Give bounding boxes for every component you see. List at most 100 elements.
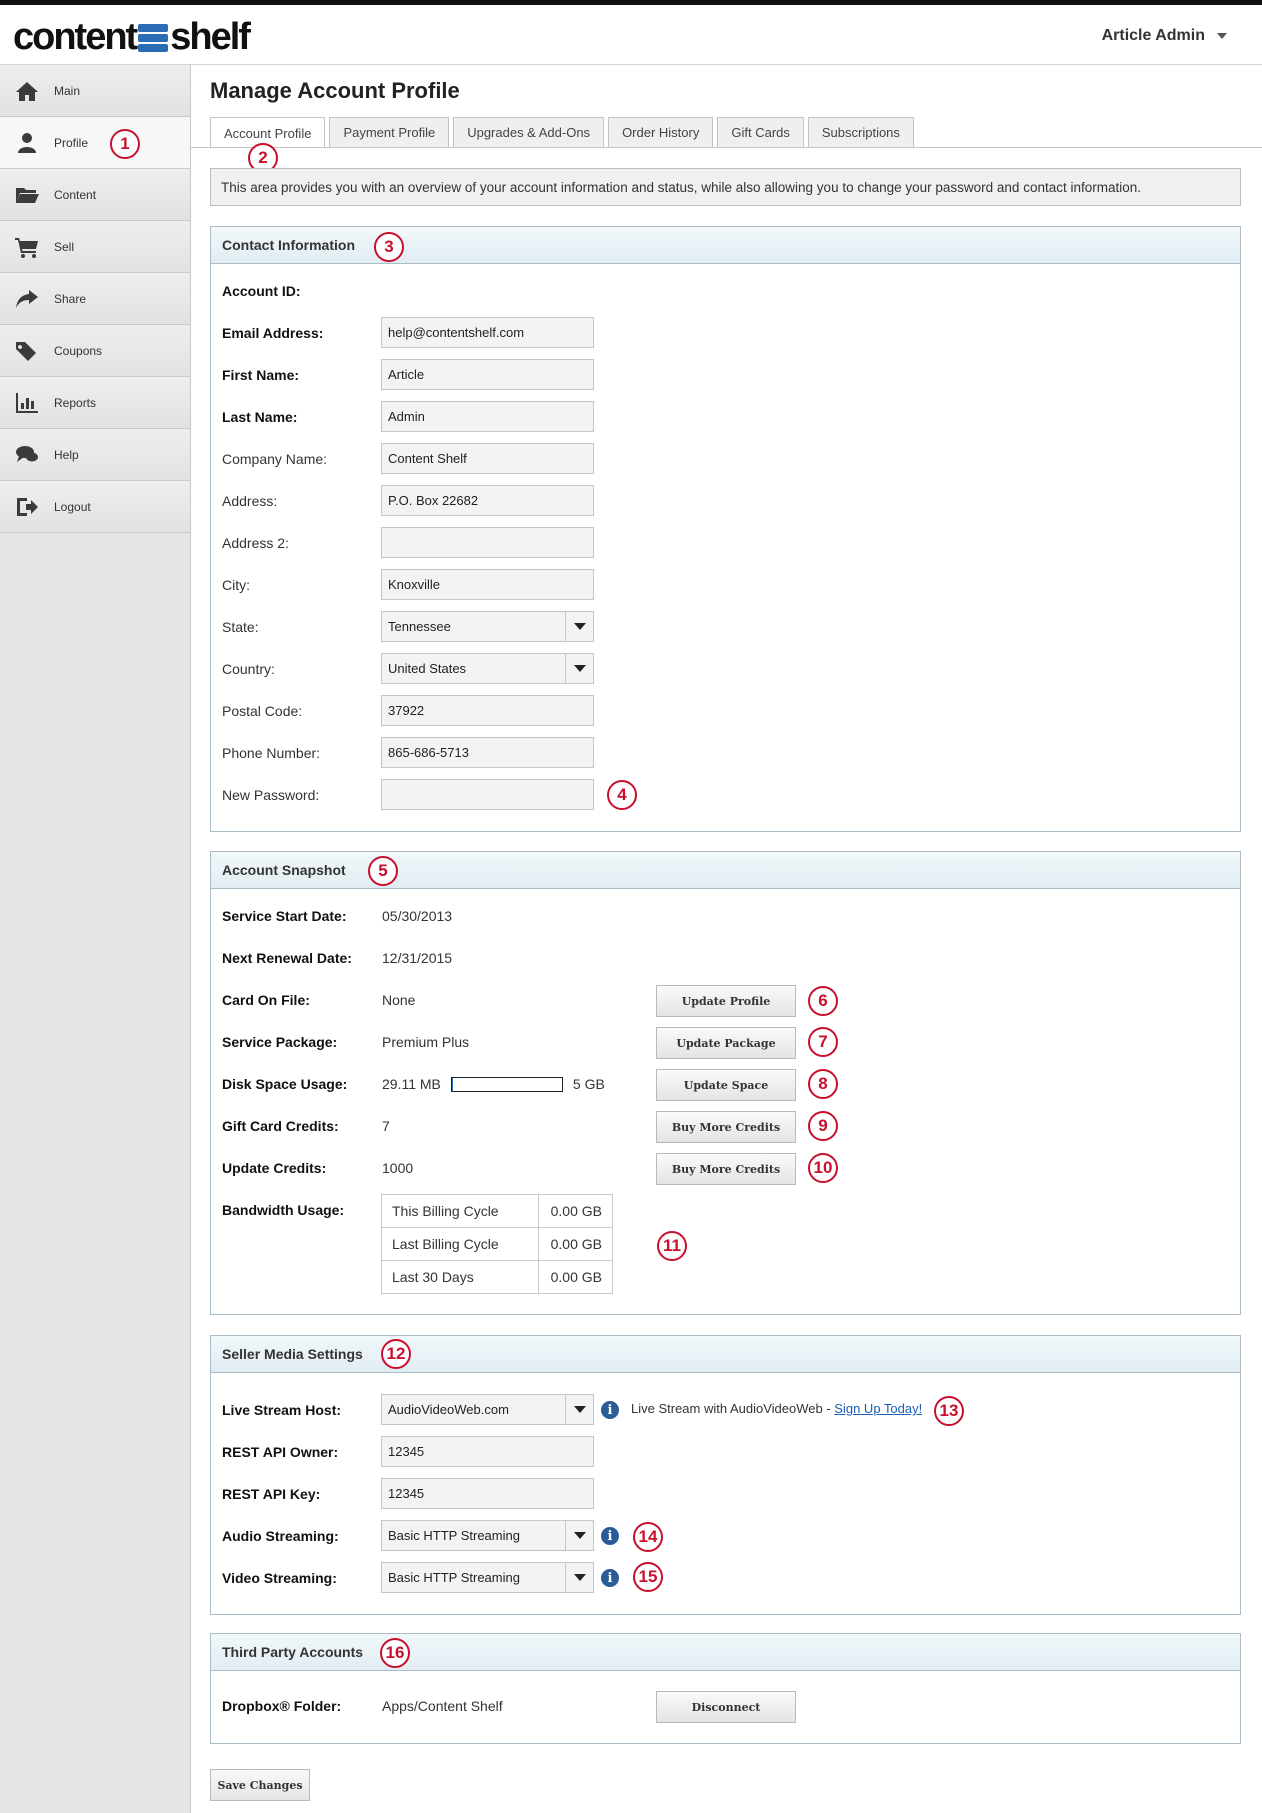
new-password-field[interactable]: [381, 779, 594, 810]
email-field[interactable]: [381, 317, 594, 348]
sidebar-item-reports[interactable]: Reports: [0, 377, 190, 429]
sidebar-item-label: Share: [54, 291, 87, 306]
api-owner-field[interactable]: [381, 1436, 594, 1467]
city-field[interactable]: [381, 569, 594, 600]
country-value: United States: [388, 661, 467, 676]
bandwidth-table: This Billing Cycle 0.00 GB Last Billing C…: [381, 1194, 613, 1294]
start-date-value: 05/30/2013: [382, 908, 453, 924]
save-changes-button[interactable]: Save Changes: [210, 1769, 310, 1801]
panel-title: Account Snapshot: [211, 852, 1240, 889]
callout-badge: 12: [381, 1339, 411, 1369]
page-title: Manage Account Profile: [210, 78, 460, 103]
api-key-label: REST API Key:: [222, 1486, 321, 1502]
country-select[interactable]: United States: [381, 653, 594, 684]
chevron-down-icon: [1217, 32, 1227, 39]
panel-title: Seller Media Settings: [211, 1336, 1240, 1373]
callout-badge: 3: [374, 232, 404, 262]
buy-update-credits-button[interactable]: Buy More Credits: [656, 1153, 796, 1185]
tab-payment-profile[interactable]: Payment Profile: [329, 117, 450, 147]
callout-badge: 16: [380, 1638, 410, 1668]
bandwidth-value: 0.00 GB: [538, 1194, 613, 1228]
sidebar-item-label: Coupons: [54, 343, 103, 358]
phone-field[interactable]: [381, 737, 594, 768]
card-value: None: [382, 992, 416, 1008]
bandwidth-label: Bandwidth Usage:: [222, 1202, 345, 1218]
sidebar-item-coupons[interactable]: Coupons: [0, 325, 190, 377]
update-credits-value: 1000: [382, 1160, 414, 1176]
audio-streaming-select[interactable]: Basic HTTP Streaming: [381, 1520, 594, 1551]
callout-badge: 10: [808, 1153, 838, 1183]
api-key-field[interactable]: [381, 1478, 594, 1509]
sidebar-item-main[interactable]: Main: [0, 65, 190, 117]
callout-badge: 9: [808, 1111, 838, 1141]
contentshelf-logo[interactable]: content shelf: [13, 15, 251, 59]
callout-badge: 7: [808, 1027, 838, 1057]
audio-streaming-label: Audio Streaming:: [222, 1528, 339, 1544]
sidebar-item-sell[interactable]: Sell: [0, 221, 190, 273]
address-field[interactable]: [381, 485, 594, 516]
share-icon: [14, 288, 40, 310]
callout-badge: 15: [633, 1562, 663, 1592]
city-label: City:: [222, 577, 250, 593]
sidebar-item-help[interactable]: Help: [0, 429, 190, 481]
tab-order-history[interactable]: Order History: [608, 117, 714, 147]
chevron-down-icon: [565, 1521, 593, 1550]
update-package-button[interactable]: Update Package: [656, 1027, 796, 1059]
company-field[interactable]: [381, 443, 594, 474]
bandwidth-value: 0.00 GB: [538, 1260, 613, 1294]
disk-used-value: 29.11 MB: [382, 1076, 441, 1092]
callout-badge: 5: [368, 856, 398, 886]
sidebar-item-share[interactable]: Share: [0, 273, 190, 325]
postal-field[interactable]: [381, 695, 594, 726]
live-stream-host-label: Live Stream Host:: [222, 1402, 342, 1418]
video-streaming-select[interactable]: Basic HTTP Streaming: [381, 1562, 594, 1593]
folder-icon: [14, 184, 40, 206]
chevron-down-icon: [565, 1395, 593, 1424]
disk-usage-bar: [450, 1076, 563, 1092]
live-stream-note-text: Live Stream with AudioVideoWeb -: [631, 1401, 835, 1416]
sidebar-item-content[interactable]: Content: [0, 169, 190, 221]
disconnect-button[interactable]: Disconnect: [656, 1691, 796, 1723]
callout-badge: 13: [934, 1396, 964, 1426]
address2-field[interactable]: [381, 527, 594, 558]
logo-text-right: shelf: [170, 15, 251, 58]
sidebar-item-label: Content: [54, 187, 97, 202]
panel-title: Contact Information: [211, 227, 1240, 264]
live-stream-host-select[interactable]: AudioVideoWeb.com: [381, 1394, 594, 1425]
video-streaming-value: Basic HTTP Streaming: [388, 1570, 520, 1585]
intro-text: This area provides you with an overview …: [210, 168, 1241, 206]
buy-gift-credits-button[interactable]: Buy More Credits: [656, 1111, 796, 1143]
logo-mark-icon: [138, 21, 169, 53]
disk-label: Disk Space Usage:: [222, 1076, 348, 1092]
info-icon[interactable]: i: [601, 1527, 619, 1545]
package-value: Premium Plus: [382, 1034, 470, 1050]
user-name: Article Admin: [1101, 27, 1205, 44]
callout-badge: 11: [657, 1231, 687, 1261]
info-icon[interactable]: i: [601, 1569, 619, 1587]
tab-subscriptions[interactable]: Subscriptions: [807, 117, 914, 147]
country-label: Country:: [222, 661, 275, 677]
tags-icon: [14, 340, 40, 362]
email-label: Email Address:: [222, 325, 324, 341]
first-name-field[interactable]: [381, 359, 594, 390]
update-profile-button[interactable]: Update Profile: [656, 985, 796, 1017]
sidebar-item-profile[interactable]: Profile: [0, 117, 190, 169]
user-menu[interactable]: Article Admin: [1102, 27, 1227, 45]
update-space-button[interactable]: Update Space: [656, 1069, 796, 1101]
renewal-date-label: Next Renewal Date:: [222, 950, 352, 966]
last-name-field[interactable]: [381, 401, 594, 432]
sign-up-link[interactable]: Sign Up Today!: [834, 1401, 922, 1416]
sidebar-item-logout[interactable]: Logout: [0, 481, 190, 533]
tab-gift-cards[interactable]: Gift Cards: [717, 117, 804, 147]
disk-usage-fill: [451, 1077, 453, 1091]
state-select[interactable]: Tennessee: [381, 611, 594, 642]
postal-label: Postal Code:: [222, 703, 303, 719]
info-icon[interactable]: i: [601, 1401, 619, 1419]
video-streaming-label: Video Streaming:: [222, 1570, 337, 1586]
live-stream-host-value: AudioVideoWeb.com: [388, 1402, 509, 1417]
table-row: Last Billing Cycle 0.00 GB: [381, 1227, 613, 1261]
disk-total-value: 5 GB: [572, 1076, 605, 1092]
tab-upgrades[interactable]: Upgrades & Add-Ons: [453, 117, 605, 147]
last-name-label: Last Name:: [222, 409, 298, 425]
callout-badge: 4: [607, 780, 637, 810]
